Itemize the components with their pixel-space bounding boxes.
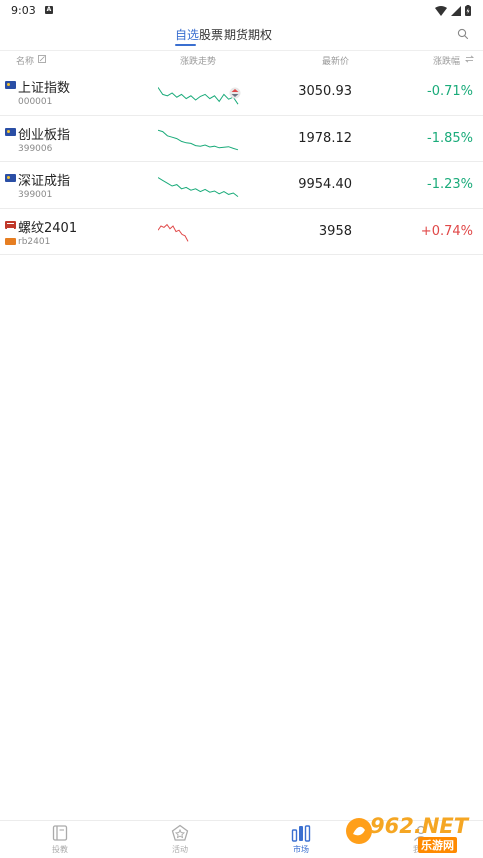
tab-watchlist[interactable]: 自选	[175, 26, 199, 43]
status-time: 9:03	[11, 4, 36, 17]
instrument-code: 000001	[18, 97, 53, 107]
column-price[interactable]: 最新价	[322, 54, 349, 67]
nav-market-label: 市场	[293, 845, 309, 854]
watchlist-row[interactable]: 创业板指 399006 1978.12 -1.85%	[0, 116, 483, 162]
instrument-code: 399006	[18, 143, 53, 154]
change-percent: +0.74%	[420, 223, 473, 239]
battery-icon	[465, 5, 471, 16]
star-badge-icon	[171, 824, 189, 841]
active-tab-indicator	[175, 44, 196, 46]
last-price: 1978.12	[298, 130, 352, 146]
column-name[interactable]: 名称	[16, 54, 34, 67]
tab-options[interactable]: 期权	[248, 26, 272, 43]
instrument-code: 399001	[18, 190, 53, 200]
watchlist-row[interactable]: 上证指数 000001 3050.93 -0.71%	[0, 69, 483, 116]
watermark-text: 962.NET	[370, 814, 469, 838]
instrument-name: 上证指数	[18, 81, 71, 96]
sparkline	[158, 223, 189, 242]
instrument-code: rb2401	[18, 236, 51, 247]
instrument-name: 深证成指	[18, 174, 71, 189]
column-header: 名称 涨跌走势 最新价 涨跌幅	[0, 50, 483, 68]
instrument-name: 创业板指	[18, 127, 71, 143]
signal-icon	[451, 5, 461, 16]
sparkline-path	[158, 87, 239, 105]
tab-stocks[interactable]: 股票	[199, 26, 223, 43]
indicator-icon	[229, 87, 241, 99]
book-icon	[52, 825, 68, 841]
column-trend: 涨跌走势	[180, 57, 217, 67]
nav-activity-label: 活动	[172, 845, 188, 854]
market-flag-icon	[5, 174, 16, 182]
market-bars-icon	[291, 825, 311, 842]
watermark-logo: 962.NET 乐游网	[344, 806, 477, 854]
wifi-icon	[435, 5, 447, 16]
sparkline-path	[158, 223, 189, 242]
last-price: 9954.40	[298, 177, 352, 192]
nav-education-label: 投教	[52, 845, 68, 854]
watermark-subtext: 乐游网	[418, 837, 457, 853]
nav-market[interactable]: 市场	[271, 824, 331, 855]
change-percent: -0.71%	[427, 84, 473, 99]
watchlist-row[interactable]: 螺纹2401 rb2401 3958 +0.74%	[0, 209, 483, 255]
futures-flag-icon	[5, 220, 16, 229]
notification-icon: A	[45, 6, 53, 14]
nav-activity[interactable]: 活动	[150, 824, 210, 855]
status-icons	[435, 5, 471, 16]
last-price: 3050.93	[298, 84, 352, 99]
watchlist: 上证指数 000001 3050.93 -0.71% 创业板指 399006 1…	[0, 69, 483, 255]
last-price: 3958	[318, 223, 352, 239]
edit-icon[interactable]	[38, 55, 46, 63]
tab-futures[interactable]: 期货	[224, 26, 248, 43]
search-icon[interactable]	[457, 28, 469, 40]
sparkline-path	[158, 177, 239, 197]
sparkline	[158, 129, 239, 150]
market-flag-icon	[5, 81, 16, 89]
column-change[interactable]: 涨跌幅	[433, 54, 460, 67]
nav-education[interactable]: 投教	[30, 824, 90, 855]
market-flag-icon	[5, 127, 16, 136]
watchlist-row[interactable]: 深证成指 399001 9954.40 -1.23%	[0, 162, 483, 209]
sparkline	[158, 177, 239, 197]
change-percent: -1.23%	[427, 177, 473, 192]
sparkline-path	[158, 129, 239, 150]
status-bar: 9:03 A	[0, 0, 483, 22]
top-tabs: 自选 股票 期货 期权	[0, 24, 483, 46]
change-percent: -1.85%	[427, 130, 473, 146]
switch-icon[interactable]	[465, 55, 474, 63]
exchange-badge-icon	[5, 237, 16, 245]
column-name-label: 名称	[16, 57, 35, 67]
instrument-name: 螺纹2401	[18, 220, 78, 236]
